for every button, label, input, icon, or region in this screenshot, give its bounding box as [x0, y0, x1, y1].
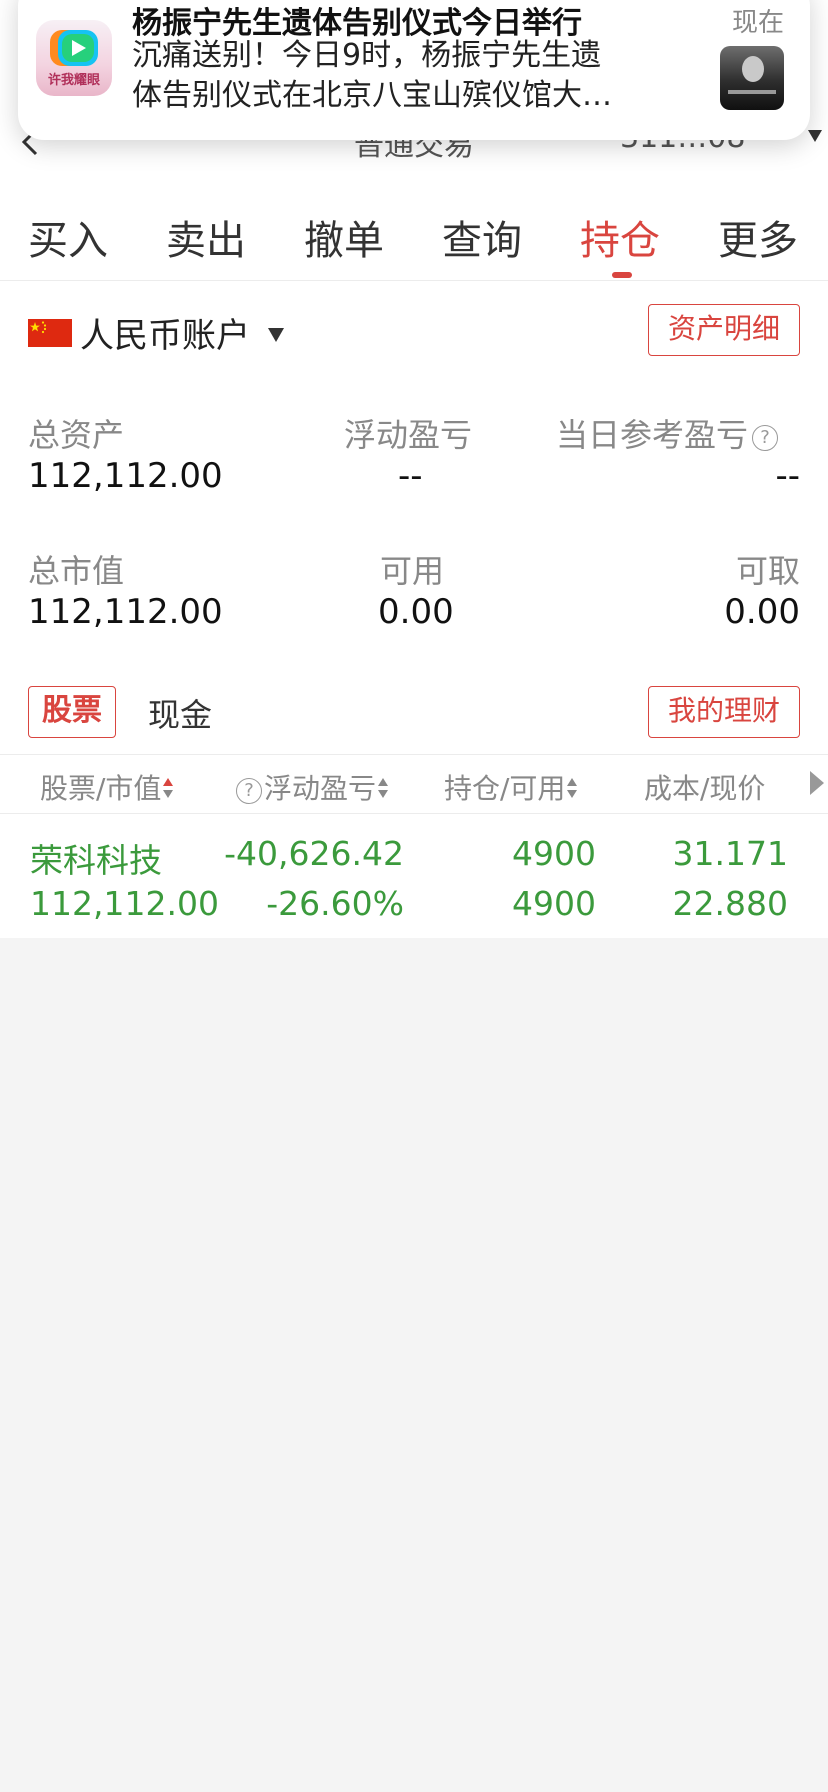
tab-more[interactable]: 更多 [718, 208, 798, 266]
floating-pl-label: 浮动盈亏 [344, 416, 473, 454]
tab-sell[interactable]: 卖出 [166, 208, 246, 266]
column-header-cost-price[interactable]: 成本/现价 [644, 767, 765, 807]
available-label: 可用 [380, 552, 445, 590]
total-assets-value: 112,112.00 [28, 456, 223, 496]
notification-thumbnail [720, 46, 784, 110]
video-play-icon [50, 30, 98, 66]
my-wealth-button[interactable]: 我的理财 [648, 686, 800, 738]
total-assets-label: 总资产 [28, 416, 125, 454]
tab-cancel-order[interactable]: 撤单 [304, 208, 384, 266]
column-header-floating-pl[interactable]: ? 浮动盈亏 [236, 767, 389, 807]
sort-icon [378, 778, 389, 800]
column-header-holding[interactable]: 持仓/可用 [444, 767, 578, 807]
app-icon-text: 许我耀眼 [47, 73, 100, 88]
notification-body: 沉痛送别！今日9时，杨振宁先生遗 体告别仪式在北京八宝山殡仪馆大… [132, 36, 712, 116]
help-icon[interactable]: ? [236, 778, 262, 804]
notification-body-line: 沉痛送别！今日9时，杨振宁先生遗 [132, 38, 602, 73]
account-row: 人民币账户 资产明细 [0, 300, 828, 360]
caret-down-icon[interactable] [808, 130, 822, 142]
holding-quantity: 4900 [512, 834, 596, 873]
market-value-value: 112,112.00 [28, 592, 223, 632]
account-name[interactable]: 人民币账户 [80, 308, 250, 357]
app-icon: 许我耀眼 [36, 20, 112, 96]
current-price: 22.880 [672, 884, 788, 923]
segment-cash[interactable]: 现金 [148, 690, 212, 736]
stock-market-value: 112,112.00 [30, 884, 219, 923]
withdrawable-value: 0.00 [724, 592, 800, 632]
available-value: 0.00 [378, 592, 454, 632]
tab-buy[interactable]: 买入 [28, 208, 108, 266]
tab-query[interactable]: 查询 [442, 208, 522, 266]
sort-icon [567, 778, 578, 800]
column-header-stock[interactable]: 股票/市值 [40, 767, 174, 807]
cost-price: 31.171 [672, 834, 788, 873]
stock-name: 荣科科技 [30, 841, 162, 880]
caret-down-icon[interactable] [268, 328, 284, 342]
daily-pl-label[interactable]: 当日参考盈亏? [556, 410, 779, 456]
notification-body-line: 体告别仪式在北京八宝山殡仪馆大… [132, 78, 612, 113]
tab-positions[interactable]: 持仓 [580, 208, 660, 266]
sort-icon [163, 778, 174, 800]
floating-pl: -40,626.42 [224, 834, 404, 873]
china-flag-icon [28, 319, 72, 347]
floating-pl-value: -- [398, 456, 423, 496]
floating-pl-percent: -26.60% [266, 884, 404, 923]
divider [0, 280, 828, 281]
available-quantity: 4900 [512, 884, 596, 923]
scroll-right-icon[interactable] [810, 771, 824, 795]
daily-pl-label-text: 当日参考盈亏 [556, 416, 749, 454]
active-tab-indicator [612, 272, 632, 278]
push-notification[interactable]: 许我耀眼 杨振宁先生遗体告别仪式今日举行 现在 沉痛送别！今日9时，杨振宁先生遗… [18, 0, 810, 140]
positions-table-header: 股票/市值 ? 浮动盈亏 持仓/可用 成本/现价 [0, 754, 828, 814]
daily-pl-value: -- [775, 456, 800, 496]
withdrawable-label: 可取 [735, 552, 800, 590]
asset-detail-button[interactable]: 资产明细 [648, 304, 800, 356]
help-icon[interactable]: ? [752, 425, 779, 451]
segment-stock[interactable]: 股票 [28, 686, 116, 738]
table-row[interactable]: 荣科科技 112,112.00 -40,626.42 -26.60% 4900 … [0, 814, 828, 938]
trade-tabs: 买入 卖出 撤单 查询 持仓 更多 [0, 200, 828, 280]
market-value-label: 总市值 [28, 552, 125, 590]
notification-time: 现在 [731, 8, 784, 38]
